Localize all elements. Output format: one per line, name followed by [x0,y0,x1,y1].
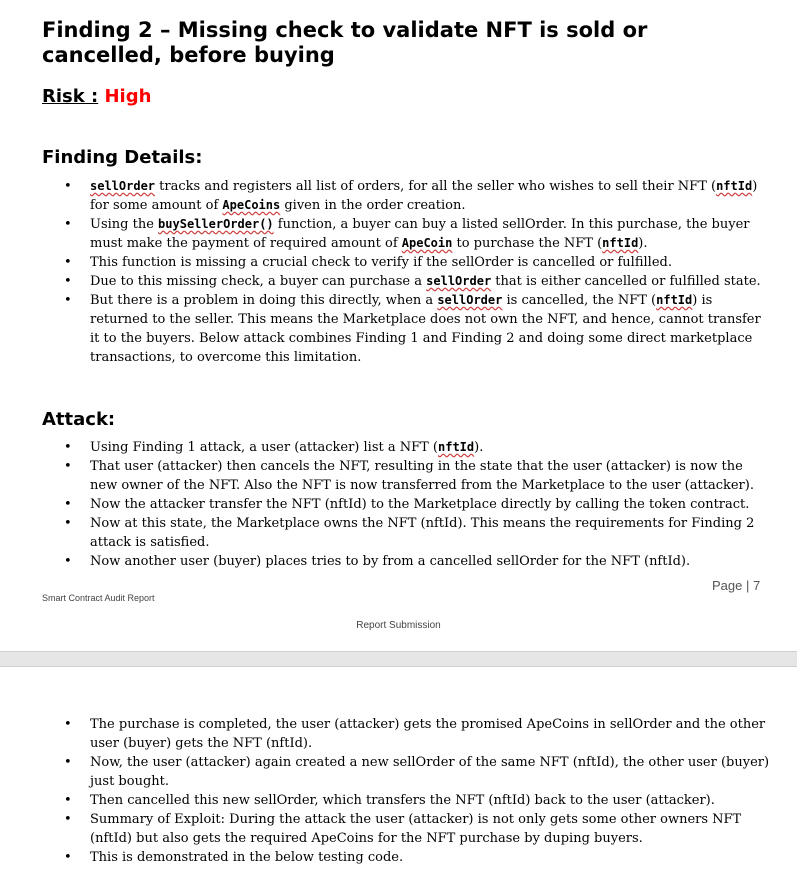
list-item: The purchase is completed, the user (att… [42,715,772,753]
list-item: Now the attacker transfer the NFT (nftId… [42,495,772,514]
attack-heading: Attack: [42,409,116,430]
risk-line: Risk : High [42,86,151,107]
attack-list-continued: The purchase is completed, the user (att… [42,715,772,867]
list-item: This is demonstrated in the below testin… [42,848,772,867]
list-item: But there is a problem in doing this dir… [42,291,772,367]
attack-list: Using Finding 1 attack, a user (attacker… [42,438,772,571]
list-item: That user (attacker) then cancels the NF… [42,457,772,495]
footer-report-title: Smart Contract Audit Report [42,593,155,603]
document-page: Finding 2 – Missing check to validate NF… [0,0,797,651]
finding-details-list: sellOrder tracks and registers all list … [42,177,772,367]
finding-title: Finding 2 – Missing check to validate NF… [42,18,648,67]
list-item: Then cancelled this new sellOrder, which… [42,791,772,810]
footer-center-label: Report Submission [356,620,441,631]
finding-details-heading: Finding Details: [42,147,203,168]
list-item: Using Finding 1 attack, a user (attacker… [42,438,772,457]
page-separator [0,651,797,667]
list-item: Now, the user (attacker) again created a… [42,753,772,791]
list-item: sellOrder tracks and registers all list … [42,177,772,215]
list-item: Now another user (buyer) places tries to… [42,552,772,571]
list-item: Due to this missing check, a buyer can p… [42,272,772,291]
page-number: Page | 7 [712,578,761,593]
list-item: Now at this state, the Marketplace owns … [42,514,772,552]
list-item: Summary of Exploit: During the attack th… [42,810,772,848]
document-page-2: The purchase is completed, the user (att… [0,667,797,880]
list-item: This function is missing a crucial check… [42,253,772,272]
list-item: Using the buySellerOrder() function, a b… [42,215,772,253]
risk-label: Risk : [42,86,99,107]
risk-value: High [104,86,152,107]
